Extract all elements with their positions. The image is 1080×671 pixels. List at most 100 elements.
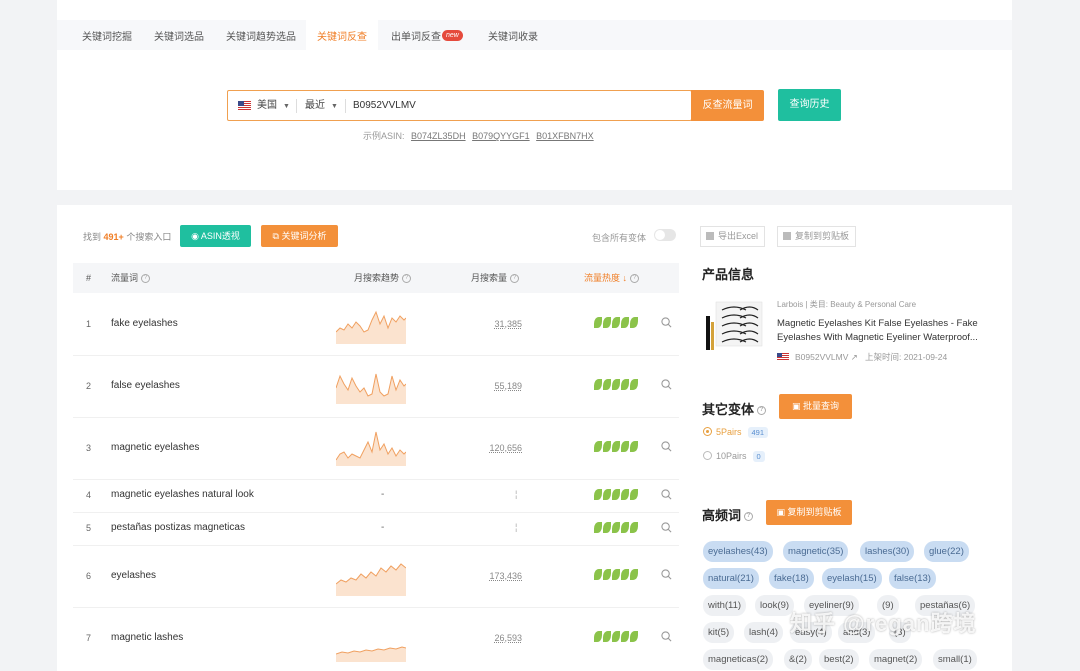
- help-icon[interactable]: ?: [757, 406, 767, 416]
- keyword-link[interactable]: pestañas postizas magneticas: [111, 522, 245, 533]
- search-volume[interactable]: 120,656: [489, 443, 522, 453]
- table-row: 3 magnetic eyelashes 120,656: [73, 418, 679, 480]
- search-volume[interactable]: 173,436: [489, 571, 522, 581]
- help-icon[interactable]: ?: [630, 274, 640, 284]
- word-tag[interactable]: look(9): [755, 595, 795, 616]
- keyword-link[interactable]: magnetic lashes: [111, 632, 183, 643]
- trend-empty: -: [381, 522, 385, 533]
- new-badge: new: [442, 30, 463, 41]
- help-icon[interactable]: ?: [141, 274, 151, 284]
- search-icon[interactable]: [661, 522, 672, 533]
- word-tag[interactable]: magnet(2): [869, 649, 923, 670]
- word-tag[interactable]: false(13): [889, 568, 936, 589]
- col-trend[interactable]: 月搜索趋势?: [354, 263, 412, 293]
- copy-icon: [783, 232, 791, 240]
- word-tag[interactable]: lash(4): [744, 622, 784, 643]
- col-volume[interactable]: 月搜索量?: [471, 263, 520, 293]
- external-link-icon[interactable]: ↗: [848, 352, 860, 362]
- trend-sparkline: [336, 431, 406, 466]
- us-flag-icon: [238, 101, 251, 110]
- reverse-traffic-words-button[interactable]: 反查流量词: [691, 90, 764, 121]
- word-tag[interactable]: natural(21): [703, 568, 759, 589]
- tab-keyword-product[interactable]: 关键词选品: [144, 20, 214, 50]
- search-icon[interactable]: [661, 569, 672, 580]
- search-bar: 美国 ▼ 最近 ▼: [227, 90, 692, 121]
- country-select[interactable]: 美国 ▼: [257, 91, 290, 121]
- table-row: 1 fake eyelashes 31,385: [73, 294, 679, 356]
- product-asin[interactable]: B0952VVLMV: [795, 352, 848, 362]
- period-select[interactable]: 最近 ▼: [305, 91, 338, 121]
- trend-sparkline: [336, 563, 406, 596]
- search-icon[interactable]: [661, 317, 672, 328]
- product-title-link[interactable]: Magnetic Eyelashes Kit False Eyelashes -…: [777, 317, 1002, 345]
- watermark: 知乎 @regan跨境: [790, 611, 977, 636]
- include-variants-label: 包含所有变体: [592, 233, 647, 243]
- word-tag[interactable]: &(2): [784, 649, 812, 670]
- chevron-down-icon: ▼: [331, 103, 338, 110]
- example-asin-link[interactable]: B01XFBN7HX: [536, 131, 594, 141]
- variant-option-10pairs[interactable]: 10Pairs 0: [703, 451, 765, 462]
- keyword-analysis-button[interactable]: ⧉ 关键词分析: [261, 225, 338, 247]
- asin-search-input[interactable]: [353, 91, 653, 120]
- word-tag[interactable]: magnetic(35): [783, 541, 849, 562]
- copy-icon: ▣: [776, 507, 788, 517]
- keyword-link[interactable]: fake eyelashes: [111, 318, 178, 329]
- tab-keyword-reverse[interactable]: 关键词反查: [306, 20, 378, 50]
- search-icon[interactable]: [661, 441, 672, 452]
- example-asin-link[interactable]: B079QYYGF1: [472, 131, 530, 141]
- product-image[interactable]: [702, 298, 767, 353]
- search-icon[interactable]: [661, 379, 672, 390]
- word-tag[interactable]: eyelashes(43): [703, 541, 773, 562]
- tab-keyword-trend[interactable]: 关键词趋势选品: [216, 20, 306, 50]
- word-tag[interactable]: small(1): [933, 649, 977, 670]
- keyword-link[interactable]: eyelashes: [111, 570, 156, 581]
- help-icon[interactable]: ?: [510, 274, 520, 284]
- search-volume[interactable]: 26,593: [494, 633, 522, 643]
- divider: [345, 99, 346, 113]
- batch-icon: ▣: [791, 401, 803, 411]
- word-tag[interactable]: magneticas(2): [703, 649, 774, 670]
- table-row: 4 magnetic eyelashes natural look - ¦: [73, 480, 679, 513]
- help-icon[interactable]: ?: [744, 512, 754, 522]
- copy-words-button[interactable]: ▣ 复制到剪贴板: [766, 500, 852, 525]
- copy-clipboard-button[interactable]: 复制到剪贴板: [777, 226, 857, 247]
- table-row: 2 false eyelashes 55,189: [73, 356, 679, 418]
- word-tag[interactable]: fake(18): [769, 568, 814, 589]
- heat-rating: [594, 569, 638, 580]
- word-tag[interactable]: eyelash(15): [822, 568, 882, 589]
- launch-date: 上架时间: 2021-09-24: [865, 352, 948, 362]
- word-tag[interactable]: glue(22): [924, 541, 969, 562]
- export-excel-button[interactable]: 导出Excel: [700, 226, 766, 247]
- example-asin-link[interactable]: B074ZL35DH: [411, 131, 466, 141]
- search-icon[interactable]: [661, 489, 672, 500]
- word-tag[interactable]: kit(5): [703, 622, 735, 643]
- col-keyword[interactable]: 流量词?: [111, 263, 151, 293]
- search-volume-empty: ¦: [515, 522, 518, 532]
- search-icon[interactable]: [661, 631, 672, 642]
- asin-insight-button[interactable]: ◉ ASIN透视: [180, 225, 251, 247]
- brand-category: Larbois | 类目: Beauty & Personal Care: [777, 300, 917, 309]
- eye-icon: ◉: [191, 231, 201, 241]
- variant-option-5pairs[interactable]: 5Pairs 491: [703, 427, 769, 438]
- keyword-link[interactable]: magnetic eyelashes: [111, 442, 199, 453]
- word-tag[interactable]: lashes(30): [860, 541, 915, 562]
- heat-rating: [594, 379, 638, 390]
- search-volume[interactable]: 31,385: [494, 319, 522, 329]
- help-icon[interactable]: ?: [402, 274, 412, 284]
- tab-keyword-index[interactable]: 关键词收录: [478, 20, 548, 50]
- download-icon: [706, 232, 714, 240]
- batch-query-button[interactable]: ▣ 批量查询: [779, 394, 852, 419]
- col-heat[interactable]: 流量热度 ↓?: [584, 263, 640, 293]
- word-tag[interactable]: best(2): [819, 649, 859, 670]
- heat-rating: [594, 441, 638, 452]
- word-tag[interactable]: with(11): [703, 595, 747, 616]
- keyword-link[interactable]: magnetic eyelashes natural look: [111, 489, 254, 500]
- search-volume[interactable]: 55,189: [494, 381, 522, 391]
- query-history-button[interactable]: 查询历史: [778, 89, 841, 121]
- include-variants-toggle[interactable]: [654, 229, 676, 241]
- col-num: #: [86, 273, 92, 283]
- tab-keyword-mining[interactable]: 关键词挖掘: [72, 20, 142, 50]
- tab-order-word-reverse[interactable]: 出单词反查: [381, 20, 451, 50]
- high-frequency-words-title: 高频词?: [702, 505, 754, 524]
- keyword-link[interactable]: false eyelashes: [111, 380, 180, 391]
